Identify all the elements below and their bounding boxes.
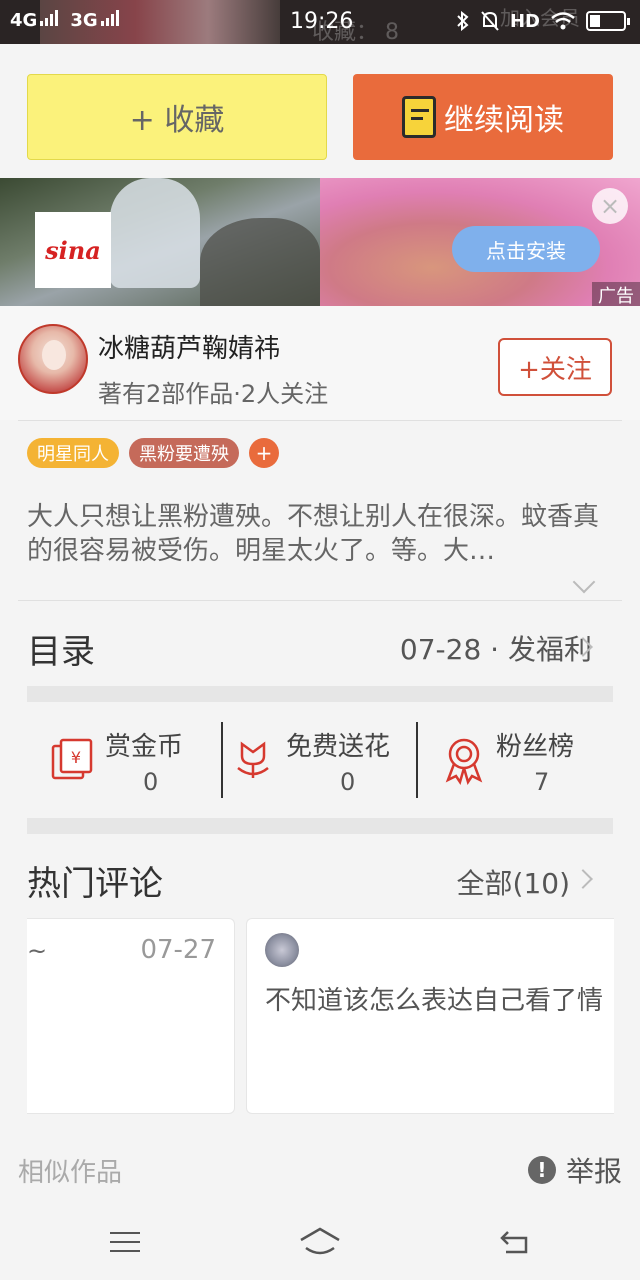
system-nav-bar [0,1204,640,1280]
ad-close-button[interactable]: × [592,188,628,224]
install-button[interactable]: 点击安装 [452,226,600,272]
signal-group: 4G 3G [10,10,119,31]
bluetooth-icon [457,11,469,31]
ad-image-rock [200,218,320,306]
section-separator [27,686,613,702]
ad-banner[interactable]: sina 点击安装 广告 [0,178,640,306]
stat-label: 赏金币 [105,732,184,762]
divider [18,420,622,421]
mute-bell-icon [481,11,499,31]
report-label: 举报 [565,1155,622,1188]
tag-list: 明星同人 黑粉要遭殃 + [27,438,279,468]
medal-icon [445,738,483,785]
comment-card[interactable]: ~ 07-27 [27,918,235,1114]
signal-icon [100,10,119,26]
stat-value: 7 [534,768,550,796]
flower-icon [237,741,269,778]
continue-reading-button[interactable]: 继续阅读 [353,74,613,160]
divider [18,600,622,601]
ad-tag: 广告 [592,282,640,306]
comment-date: 07-27 [140,935,216,965]
chevron-down-icon[interactable] [572,570,596,594]
svg-text:¥: ¥ [71,748,81,767]
stat-label: 免费送花 [286,732,391,762]
stat-value: 0 [143,768,159,796]
report-button[interactable]: ! 举报 [527,1150,622,1190]
tag-item[interactable]: 黑粉要遭殃 [129,438,239,468]
menu-icon[interactable] [110,1232,140,1252]
section-separator [27,818,613,834]
status-bar: 收藏： 8 加入会员 4G 3G 19:26 HD [0,0,640,44]
network-3g: 3G [70,10,119,31]
similar-works-label: 相似作品 [18,1158,123,1188]
free-flowers-stat[interactable]: 免费送花 0 [228,722,424,798]
author-name[interactable]: 冰糖葫芦鞠婧祎 [98,328,280,365]
reward-coins-stat[interactable]: ¥ 赏金币 0 [27,722,223,798]
ad-image-person [110,178,200,288]
signal-icon [40,10,59,26]
author-section: 冰糖葫芦鞠婧祎 著有2部作品·2人关注 +关注 [0,306,640,420]
comment-snippet: ~ [27,937,48,965]
hd-label: HD [509,10,540,32]
network-4g: 4G [10,10,59,31]
back-icon[interactable] [498,1228,532,1256]
action-bar: + 收藏 继续阅读 [0,56,640,178]
book-icon [402,96,436,138]
book-description[interactable]: 大人只想让黑粉遭殃。不想让别人在很深。蚊香真的很容易被受伤。明星太火了。等。大… [27,500,617,568]
commenter-avatar[interactable] [265,933,299,967]
all-comments-link[interactable]: 全部(10) [457,862,570,902]
sina-logo: sina [35,212,111,288]
comment-text: 不知道该怎么表达自己看了情 [265,986,604,1016]
fans-ranking-stat[interactable]: 粉丝榜 7 [424,722,620,798]
author-meta: 著有2部作品·2人关注 [98,380,329,408]
wifi-icon [551,12,575,30]
stat-divider [221,722,223,798]
stat-value: 0 [340,768,356,796]
stat-label: 粉丝榜 [496,732,575,762]
favorite-button[interactable]: + 收藏 [27,74,327,160]
battery-icon [586,11,630,31]
catalog-latest-chapter: 07-28 · 发福利 [399,633,592,666]
stat-divider [416,722,418,798]
warning-icon: ! [527,1156,556,1184]
red-envelope-icon: ¥ [51,738,93,780]
status-icons: HD [456,10,630,32]
chevron-right-icon[interactable] [573,869,593,889]
add-tag-button[interactable]: + [249,438,279,468]
close-icon: × [599,192,621,220]
tag-item[interactable]: 明星同人 [27,438,119,468]
follow-button[interactable]: +关注 [498,338,612,396]
comment-card[interactable]: 不知道该怎么表达自己看了情 [246,918,614,1114]
home-icon[interactable] [298,1226,342,1258]
continue-reading-label: 继续阅读 [444,103,564,138]
hot-comments-title: 热门评论 [27,864,163,904]
catalog-title: 目录 [27,632,95,672]
author-avatar[interactable] [18,324,88,394]
clock: 19:26 [290,9,354,34]
